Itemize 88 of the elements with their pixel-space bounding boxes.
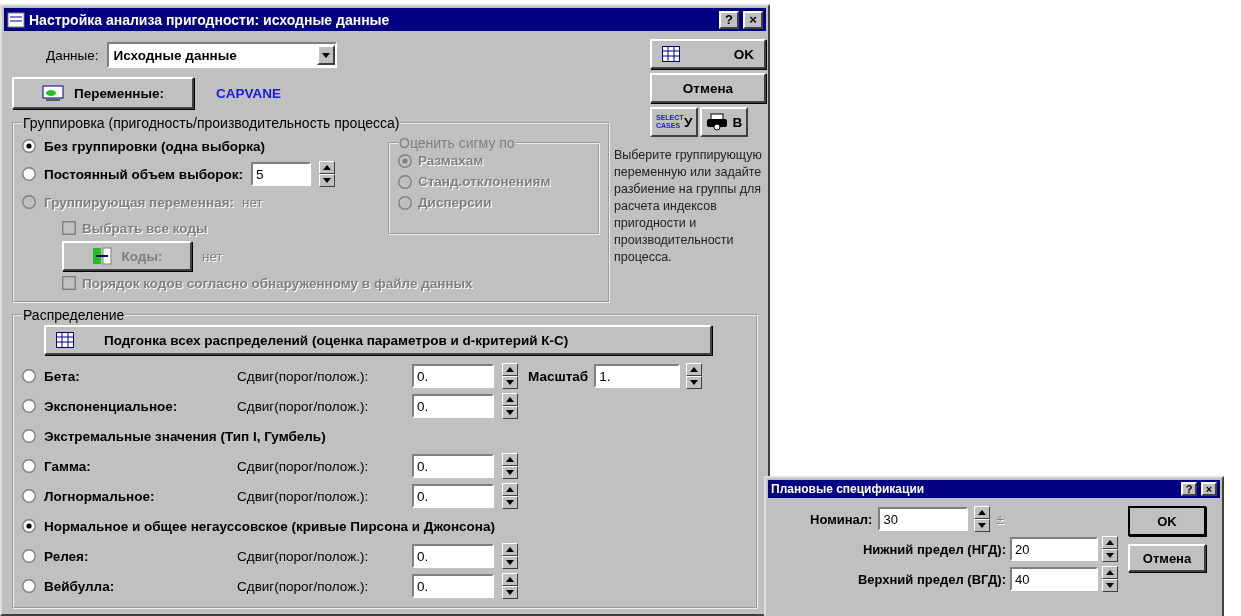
- window-title: Плановые спецификации: [771, 482, 926, 496]
- shift-label: Сдвиг(порог/полож.):: [237, 458, 370, 474]
- cancel-button[interactable]: Отмена: [1128, 544, 1206, 572]
- codes-value: нет: [202, 248, 223, 264]
- group-title: Распределение: [22, 307, 126, 323]
- spin-buttons[interactable]: [1102, 536, 1118, 562]
- plus-minus-sign: ±: [996, 511, 1004, 527]
- radio-button[interactable]: [22, 549, 36, 563]
- input-field[interactable]: 40: [1010, 567, 1098, 591]
- radio-button[interactable]: [22, 399, 36, 413]
- lower-limit-label: Нижний предел (НГД):: [862, 541, 1006, 557]
- window-title: Настройка анализа пригодности: исходные данные: [29, 11, 391, 28]
- input-field[interactable]: 5: [251, 162, 312, 186]
- spin-buttons[interactable]: [502, 573, 518, 599]
- option-label: Размахам: [418, 153, 484, 168]
- ok-button[interactable]: OK: [1128, 506, 1206, 536]
- radio-button[interactable]: [22, 579, 36, 593]
- option-label: Группирующая переменная:: [44, 194, 235, 210]
- radio-button[interactable]: [22, 139, 36, 153]
- hint-text: Выберите группирующую переменную или задайте разбиение на группы для расчета индексов пригодности и производительности процесса.: [614, 147, 763, 266]
- variables-button[interactable]: Переменные:: [12, 77, 194, 109]
- title-bar-button[interactable]: ?: [719, 10, 739, 29]
- title-bar-button[interactable]: ×: [1201, 482, 1217, 496]
- option-label: Экспоненциальное:: [44, 398, 178, 414]
- radio-button[interactable]: [22, 489, 36, 503]
- monitor-icon: [41, 85, 64, 101]
- spin-buttons[interactable]: [502, 393, 518, 419]
- option-label: Гамма:: [44, 458, 91, 474]
- nominal-label: Номинал:: [810, 511, 873, 527]
- scale-label: Масштаб: [528, 368, 589, 384]
- printer-icon: [706, 113, 729, 131]
- option-label: Станд.отклонениям: [418, 174, 551, 189]
- radio-button[interactable]: [22, 167, 36, 181]
- upper-limit-label: Верхний предел (ВГД):: [857, 571, 1006, 587]
- shift-label: Сдвиг(порог/полож.):: [237, 578, 370, 594]
- swap-icon: [91, 247, 112, 265]
- input-field[interactable]: 0.: [412, 364, 494, 388]
- shift-label: Сдвиг(порог/полож.):: [237, 398, 370, 414]
- cancel-button[interactable]: Отмена: [650, 73, 766, 103]
- radio-button[interactable]: [22, 519, 36, 533]
- dropdown-arrow-icon: [321, 52, 330, 58]
- option-label: Дисперсии: [418, 195, 492, 210]
- title-bar-button[interactable]: ?: [1181, 482, 1197, 496]
- spin-buttons[interactable]: [1102, 566, 1118, 592]
- title-bar-button[interactable]: ×: [743, 10, 763, 29]
- option-label: Вейбулла:: [44, 578, 115, 594]
- shift-label: Сдвиг(порог/полож.):: [237, 548, 370, 564]
- checkbox-label: Порядок кодов согласно обнаруженному в файле данных: [82, 275, 473, 291]
- radio-button[interactable]: [22, 429, 36, 443]
- input-field[interactable]: 20: [1010, 537, 1098, 561]
- spin-buttons[interactable]: [502, 363, 518, 389]
- input-field[interactable]: 0.: [412, 394, 494, 418]
- spin-buttons[interactable]: [974, 506, 991, 532]
- spin-buttons[interactable]: [502, 483, 518, 509]
- option-label: Релея:: [44, 548, 89, 564]
- data-dropdown[interactable]: Исходные данные: [106, 42, 337, 68]
- ok-button[interactable]: OK: [650, 39, 766, 69]
- input-field[interactable]: 0.: [412, 574, 494, 598]
- spin-buttons[interactable]: [502, 543, 518, 569]
- group-title: Группировка (пригодность/производительность процесса): [22, 115, 401, 131]
- variable-value: нет: [242, 194, 263, 210]
- radio-button[interactable]: [22, 459, 36, 473]
- input-field[interactable]: 0.: [412, 454, 494, 478]
- input-field[interactable]: 0.: [412, 544, 494, 568]
- input-field[interactable]: 30: [878, 507, 969, 531]
- fit-all-button[interactable]: Подгонка всех распределений (оценка параметров и d-критерий К-С): [44, 325, 712, 355]
- table-icon: [662, 46, 680, 62]
- spin-buttons[interactable]: [686, 363, 703, 389]
- variable-name: CAPVANE: [216, 85, 281, 101]
- spin-buttons[interactable]: [502, 453, 518, 479]
- app-icon: [7, 11, 25, 28]
- spin-buttons[interactable]: [319, 161, 336, 187]
- grid-icon: [56, 332, 74, 348]
- shift-label: Сдвиг(порог/полож.):: [237, 368, 370, 384]
- option-label: Экстремальные значения (Тип I, Гумбель): [44, 428, 326, 444]
- option-label: Нормальное и общее негауссовское (кривые Пирсона и Джонсона): [44, 518, 495, 534]
- shift-label: Сдвиг(порог/полож.):: [237, 488, 370, 504]
- option-label: Без группировки (одна выборка): [44, 138, 266, 154]
- group-title: Оценить сигму по: [398, 135, 516, 151]
- data-label: Данные:: [46, 47, 99, 63]
- input-field[interactable]: 1.: [594, 364, 681, 388]
- option-label: Постоянный объем выборок:: [44, 166, 244, 182]
- radio-button[interactable]: [22, 369, 36, 383]
- input-field[interactable]: 0.: [412, 484, 494, 508]
- checkbox-label: Выбрать все коды: [82, 220, 208, 236]
- print-button[interactable]: В: [700, 107, 749, 137]
- option-label: Бета:: [44, 368, 80, 384]
- option-label: Логнормальное:: [44, 488, 155, 504]
